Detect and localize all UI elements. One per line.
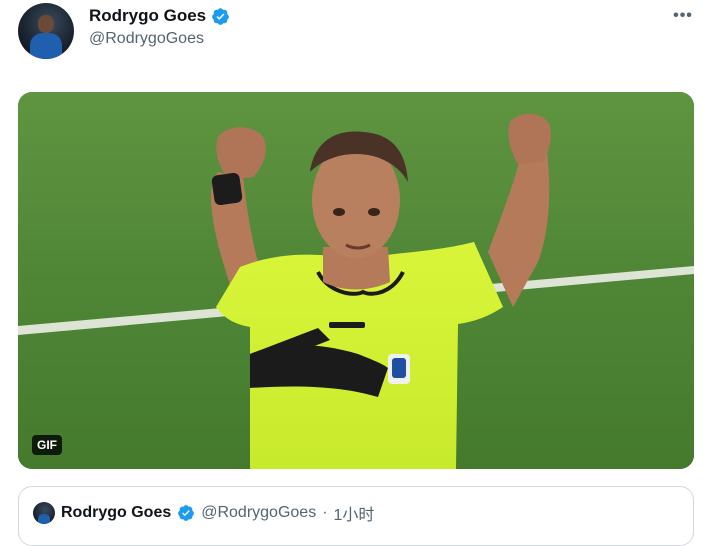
quoted-separator: · [322,504,328,521]
quoted-timestamp[interactable]: 1小时 [334,501,375,525]
verified-badge-icon [212,7,229,25]
author-name-row[interactable]: Rodrygo Goes [89,6,230,26]
gif-media[interactable]: GIF [18,92,694,469]
referee-gif-frame [18,92,694,469]
author-display-name[interactable]: Rodrygo Goes [89,6,206,26]
avatar-face [38,15,54,33]
quoted-avatar-shirt [38,514,50,524]
quoted-tweet[interactable]: Rodrygo Goes @RodrygoGoes · 1小时 [18,486,694,546]
quoted-avatar[interactable] [33,502,55,524]
author-handle[interactable]: @RodrygoGoes [89,30,204,48]
more-options-icon[interactable]: ••• [671,6,695,26]
quoted-tweet-header: Rodrygo Goes @RodrygoGoes · 1小时 [33,501,374,525]
avatar-shirt [30,33,62,59]
quoted-handle[interactable]: @RodrygoGoes [201,504,316,522]
quoted-verified-badge-icon [178,505,195,521]
gif-badge: GIF [32,435,62,455]
avatar[interactable] [18,3,74,59]
quoted-display-name[interactable]: Rodrygo Goes [61,504,171,522]
